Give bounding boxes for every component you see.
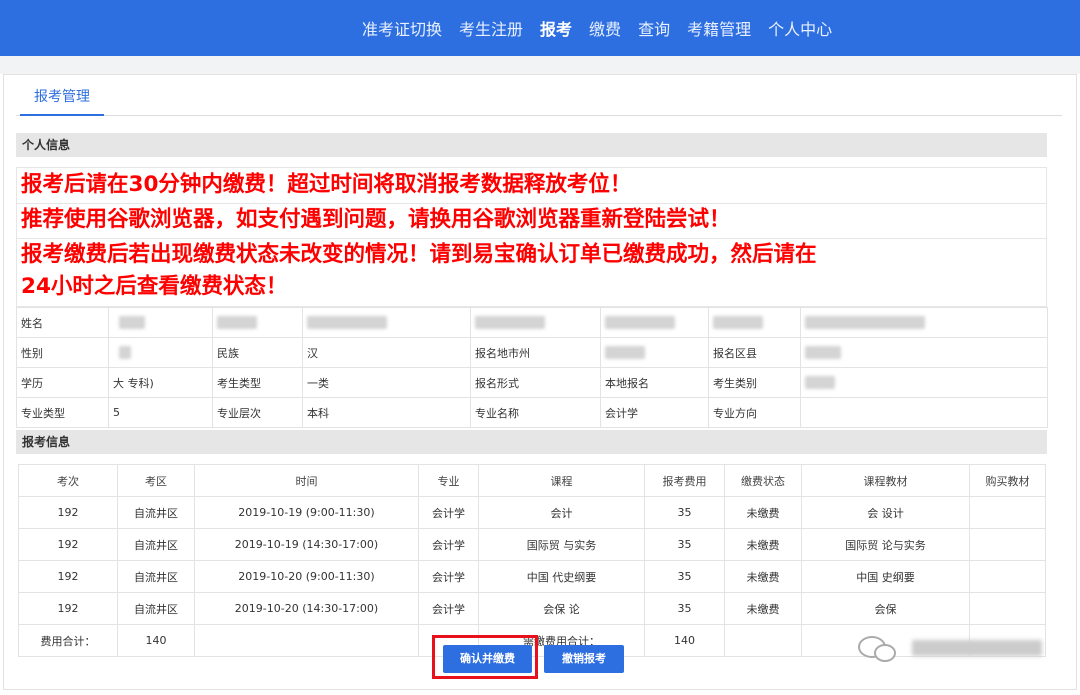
notice-box: 报考后请在30分钟内缴费！超过时间将取消报考数据释放考位！ 推荐使用谷歌浏览器，… [16,167,1047,307]
major-direction-label: 专业方向 [708,397,801,428]
col-fee: 报考费用 [644,464,725,497]
tab-exam-management[interactable]: 报考管理 [20,81,104,116]
major-level-value: 本科 [302,397,471,428]
table-row: 192 自流井区 2019-10-19 (14:30-17:00) 会计学 国际… [18,528,1046,561]
notice-line-1: 报考后请在30分钟内缴费！超过时间将取消报考数据释放考位！ [21,172,632,197]
ethnicity-value: 汉 [302,337,471,368]
col-buy-textbook: 购买教材 [969,464,1046,497]
form-label: 报名形式 [470,367,601,398]
wechat-bubble-icon [874,644,896,662]
col-time: 时间 [194,464,419,497]
info-row-education: 学历 大 专科) 考生类型 一类 报名形式 本地报名 考生类别 [16,367,1048,398]
main-card: 报考管理 个人信息 报考后请在30分钟内缴费！超过时间将取消报考数据释放考位！ … [3,74,1077,690]
notice-line-2: 推荐使用谷歌浏览器，如支付遇到问题，请换用谷歌浏览器重新登陆尝试！ [21,207,731,232]
education-value: 大 专科) [108,367,213,398]
exam-header-row: 考次 考区 时间 专业 课程 报考费用 缴费状态 课程教材 购买教材 [18,464,1046,497]
col-status: 缴费状态 [724,464,802,497]
education-label: 学历 [16,367,109,398]
nav-register[interactable]: 考生注册 [459,16,523,40]
nav-payment[interactable]: 缴费 [589,16,621,40]
header-gap [0,56,1080,74]
buy-textbook-cell[interactable] [969,528,1046,561]
confirm-and-pay-button[interactable]: 确认并缴费 [443,645,532,673]
top-nav-bar: 准考证切换 考生注册 报考 缴费 查询 考籍管理 个人中心 [0,0,1080,56]
nav-query[interactable]: 查询 [638,16,670,40]
notice-line-4: 24小时之后查看缴费状态！ [21,274,288,299]
ethnicity-label: 民族 [212,337,303,368]
section-exam-info: 报考信息 [16,430,1047,454]
info-row-name: 姓名 [16,307,1048,338]
notice-line-3: 报考缴费后若出现缴费状态未改变的情况！请到易宝确认订单已缴费成功，然后请在 [21,242,817,267]
city-label: 报名地市州 [470,337,601,368]
personal-info-table: 姓名 性别 民族 汉 报名地市州 报名区县 学历 大 专科) 考生类型 一类 报… [16,307,1048,428]
main-nav: 准考证切换 考生注册 报考 缴费 查询 考籍管理 个人中心 [362,0,849,56]
form-value: 本地报名 [600,367,709,398]
gender-label: 性别 [16,337,109,368]
major-level-label: 专业层次 [212,397,303,428]
candidate-type-value: 一类 [302,367,471,398]
col-course: 课程 [478,464,645,497]
table-row: 192 自流井区 2019-10-20 (9:00-11:30) 会计学 中国 … [18,560,1046,593]
info-row-gender: 性别 民族 汉 报名地市州 报名区县 [16,337,1048,368]
major-type-label: 专业类型 [16,397,109,428]
info-row-major: 专业类型 5 专业层次 本科 专业名称 会计学 专业方向 [16,397,1048,428]
cancel-application-button[interactable]: 撤销报考 [544,645,624,673]
table-row: 192 自流井区 2019-10-19 (9:00-11:30) 会计学 会计 … [18,496,1046,529]
col-area: 考区 [117,464,195,497]
candidate-category-label: 考生类别 [708,367,801,398]
nav-personal-center[interactable]: 个人中心 [768,16,832,40]
nav-apply-exam[interactable]: 报考 [540,16,572,40]
name-label: 姓名 [16,307,109,338]
buy-textbook-cell[interactable] [969,496,1046,529]
watermark [846,628,1076,668]
buy-textbook-cell[interactable] [969,560,1046,593]
nav-record-management[interactable]: 考籍管理 [687,16,751,40]
col-textbook: 课程教材 [801,464,970,497]
tab-bar: 报考管理 [16,81,1062,116]
major-name-label: 专业名称 [470,397,601,428]
major-type-value: 5 [108,397,213,428]
section-personal-info: 个人信息 [16,133,1047,157]
col-major: 专业 [418,464,479,497]
col-session: 考次 [18,464,118,497]
candidate-type-label: 考生类型 [212,367,303,398]
district-label: 报名区县 [708,337,801,368]
nav-ticket-switch[interactable]: 准考证切换 [362,16,442,40]
major-name-value: 会计学 [600,397,709,428]
